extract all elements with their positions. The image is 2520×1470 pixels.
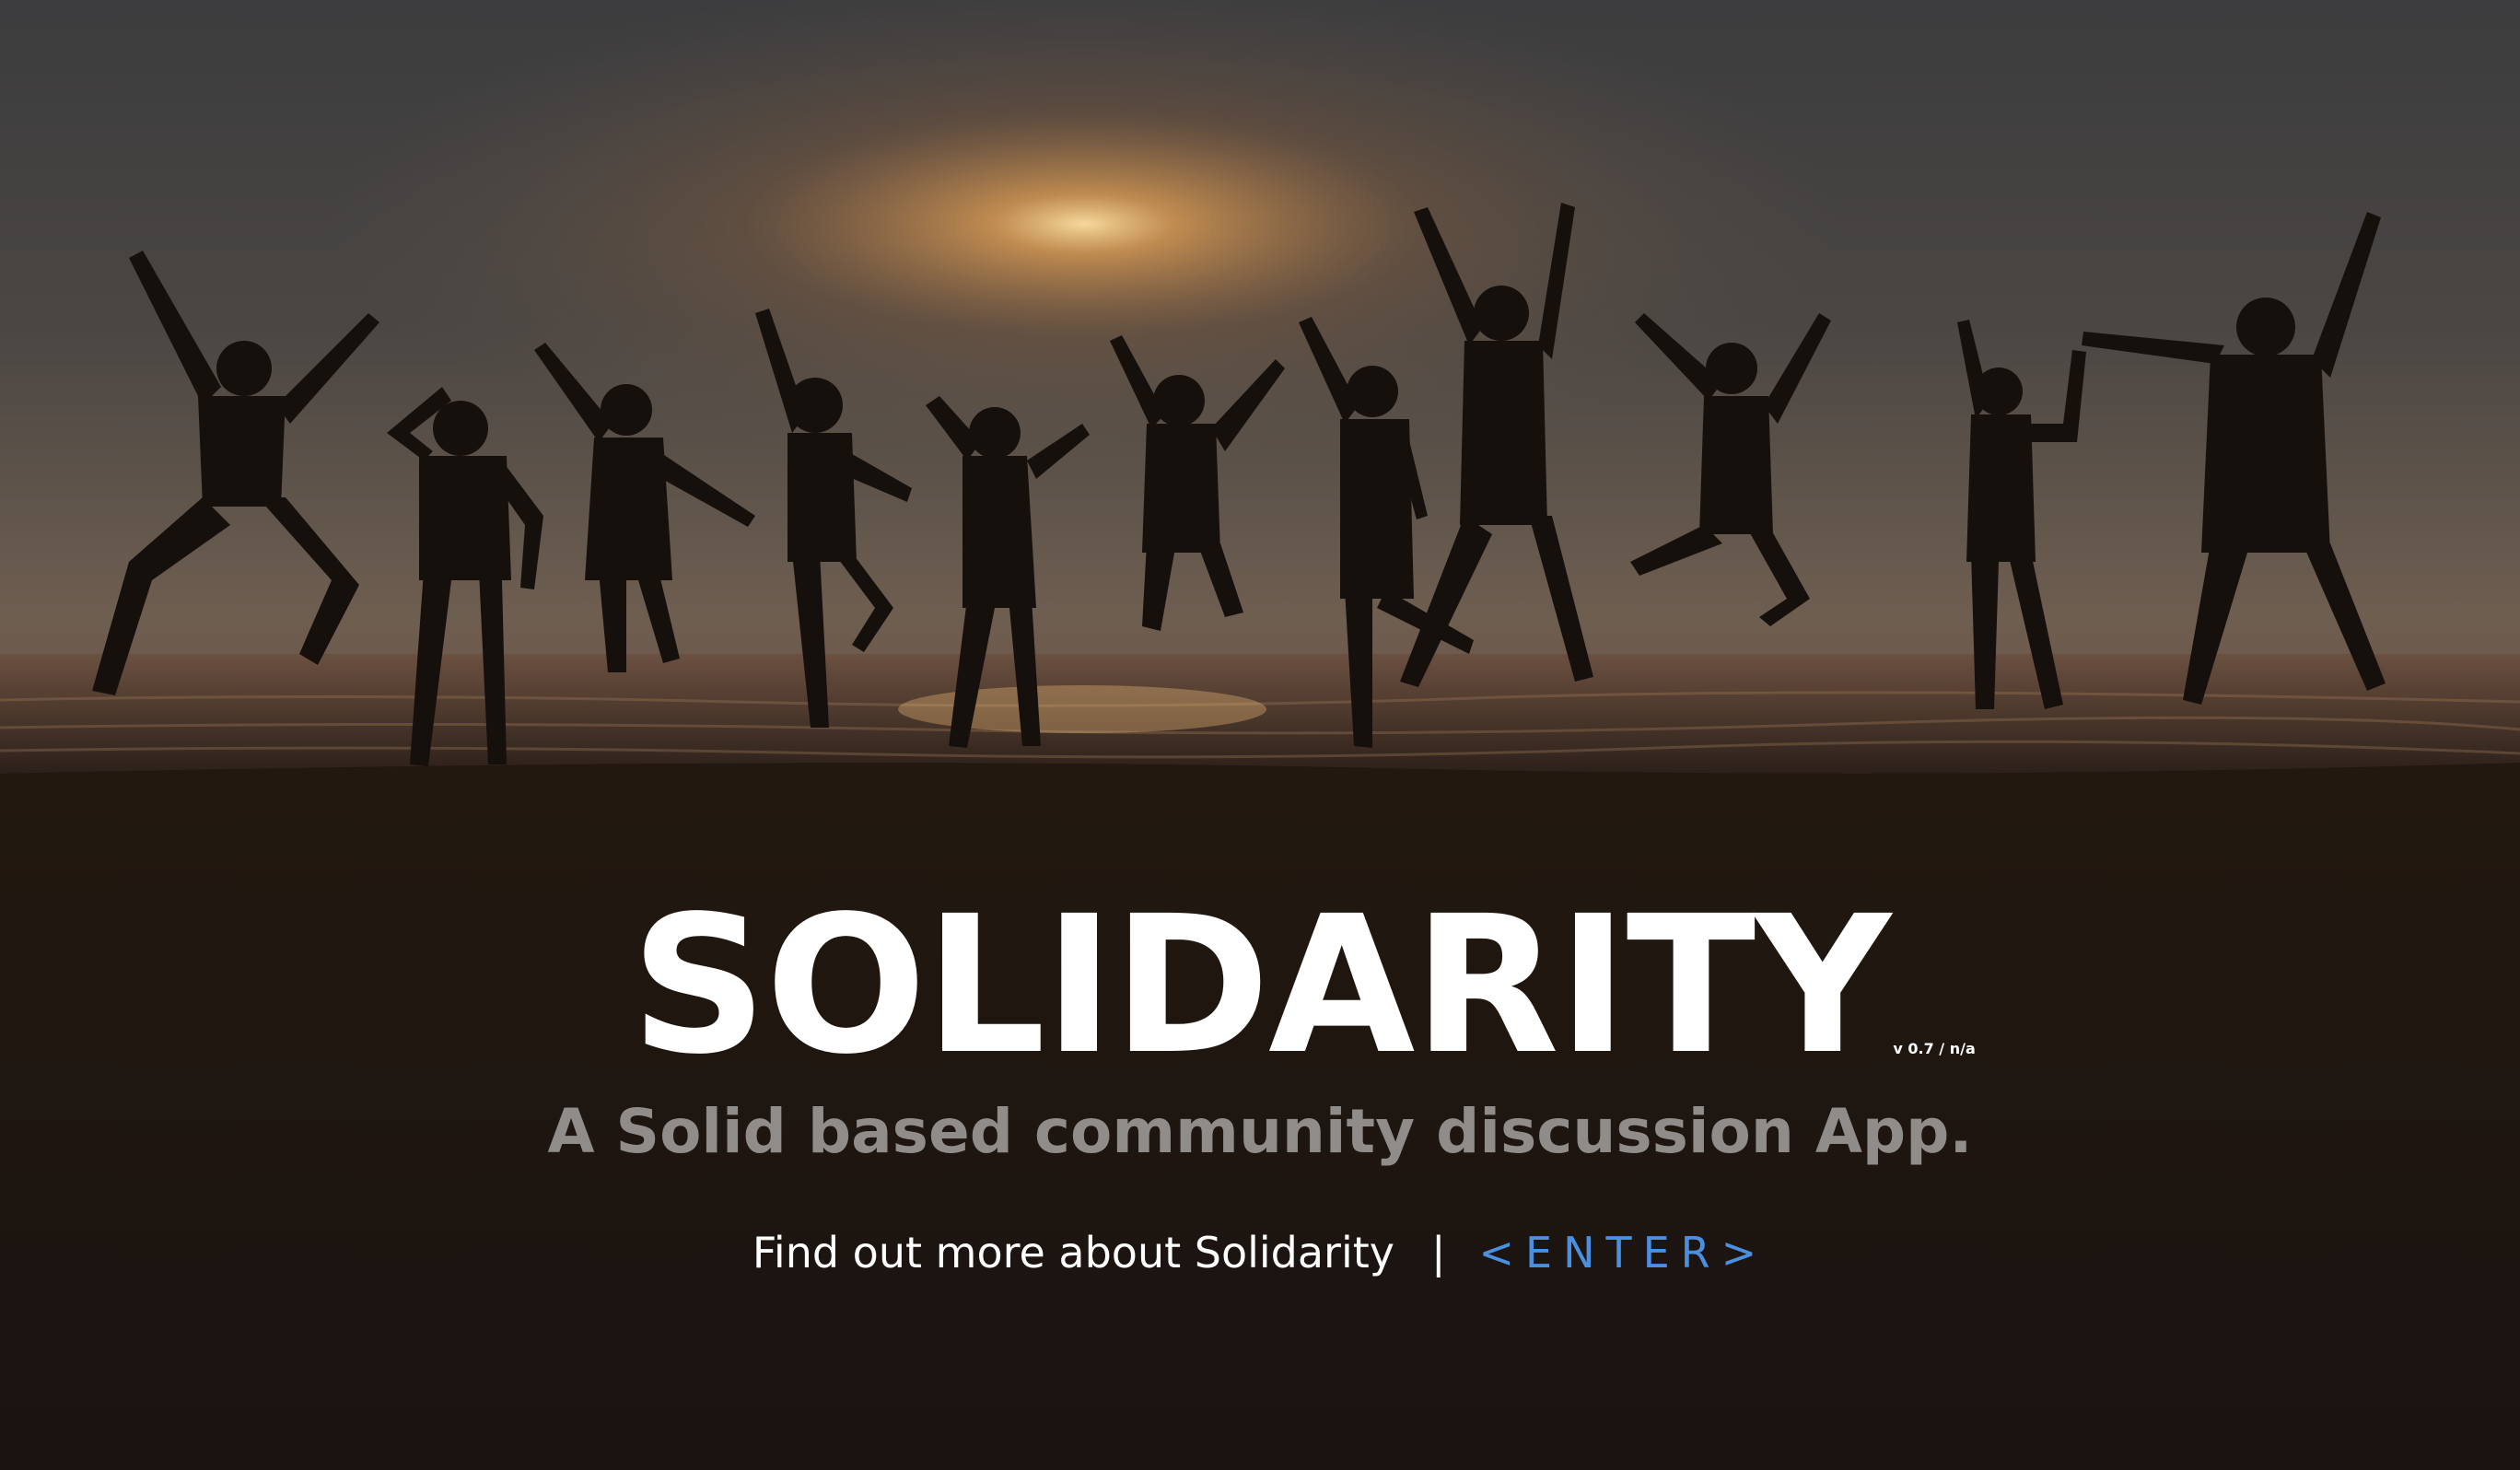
version-label: v 0.7 / n/a (1893, 1040, 1976, 1057)
app-title: SOLIDARITY (630, 875, 1892, 1096)
hero-content: SOLIDARITY v 0.7 / n/a A Solid based com… (0, 884, 2520, 1280)
title-row: SOLIDARITY v 0.7 / n/a (630, 875, 1976, 1096)
landing-hero: SOLIDARITY v 0.7 / n/a A Solid based com… (0, 0, 2520, 1470)
link-separator: | (1431, 1228, 1446, 1278)
enter-link[interactable]: <ENTER> (1479, 1228, 1768, 1278)
hero-links: Find out more about Solidarity | <ENTER> (0, 1225, 2520, 1280)
find-out-more-link[interactable]: Find out more about Solidarity (752, 1228, 1394, 1278)
app-subtitle: A Solid based community discussion App. (547, 1096, 1973, 1167)
